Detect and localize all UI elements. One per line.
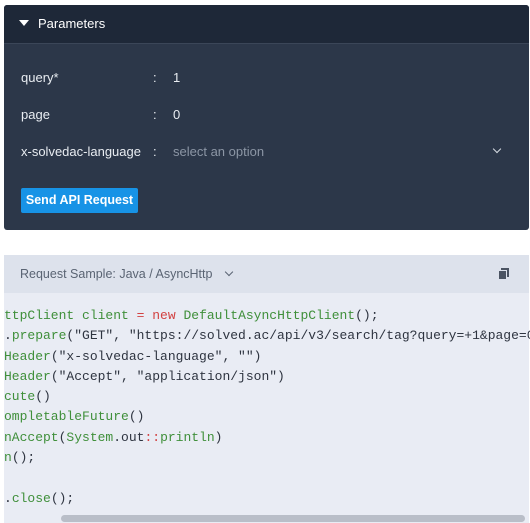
parameters-panel: Parameters query* : 1 page : 0 x-solveda… — [4, 5, 529, 230]
parameters-header[interactable]: Parameters — [4, 5, 529, 44]
horizontal-scrollbar-thumb[interactable] — [61, 515, 525, 522]
param-row-query: query* : 1 — [4, 67, 529, 89]
param-separator: : — [153, 107, 157, 122]
code-line: n(); — [4, 450, 36, 465]
code-line: nAccept(System.out::println) — [4, 430, 223, 445]
param-separator: : — [153, 144, 157, 159]
param-row-language: x-solvedac-language : select an option — [4, 141, 529, 163]
param-row-page: page : 0 — [4, 104, 529, 126]
request-sample-panel: Request Sample: Java / AsyncHttp ttpClie… — [4, 255, 530, 523]
param-name: query* — [21, 70, 59, 85]
code-line: Header("Accept", "application/json") — [4, 369, 285, 384]
code-line: ompletableFuture() — [4, 409, 145, 424]
send-api-request-button[interactable]: Send API Request — [21, 188, 138, 213]
code-line: ttpClient client = new DefaultAsyncHttpC… — [4, 308, 379, 323]
chevron-down-icon[interactable] — [224, 267, 234, 277]
chevron-down-icon[interactable] — [492, 144, 502, 154]
language-select[interactable]: select an option — [173, 144, 264, 159]
page-input[interactable]: 0 — [173, 107, 180, 122]
parameters-title: Parameters — [38, 16, 106, 31]
query-input[interactable]: 1 — [173, 70, 180, 85]
param-name: x-solvedac-language — [21, 144, 141, 159]
code-line: cute() — [4, 389, 51, 404]
param-name: page — [21, 107, 50, 122]
code-line: .close(); — [4, 491, 75, 506]
param-separator: : — [153, 70, 157, 85]
request-sample-header: Request Sample: Java / AsyncHttp — [4, 255, 529, 293]
code-line: Header("x-solvedac-language", "") — [4, 349, 262, 364]
caret-down-icon[interactable] — [19, 20, 29, 26]
code-block: ttpClient client = new DefaultAsyncHttpC… — [4, 306, 530, 506]
language-dropdown[interactable]: Request Sample: Java / AsyncHttp — [20, 267, 212, 281]
code-line: .prepare("GET", "https://solved.ac/api/v… — [4, 328, 530, 343]
copy-icon[interactable] — [497, 267, 511, 281]
